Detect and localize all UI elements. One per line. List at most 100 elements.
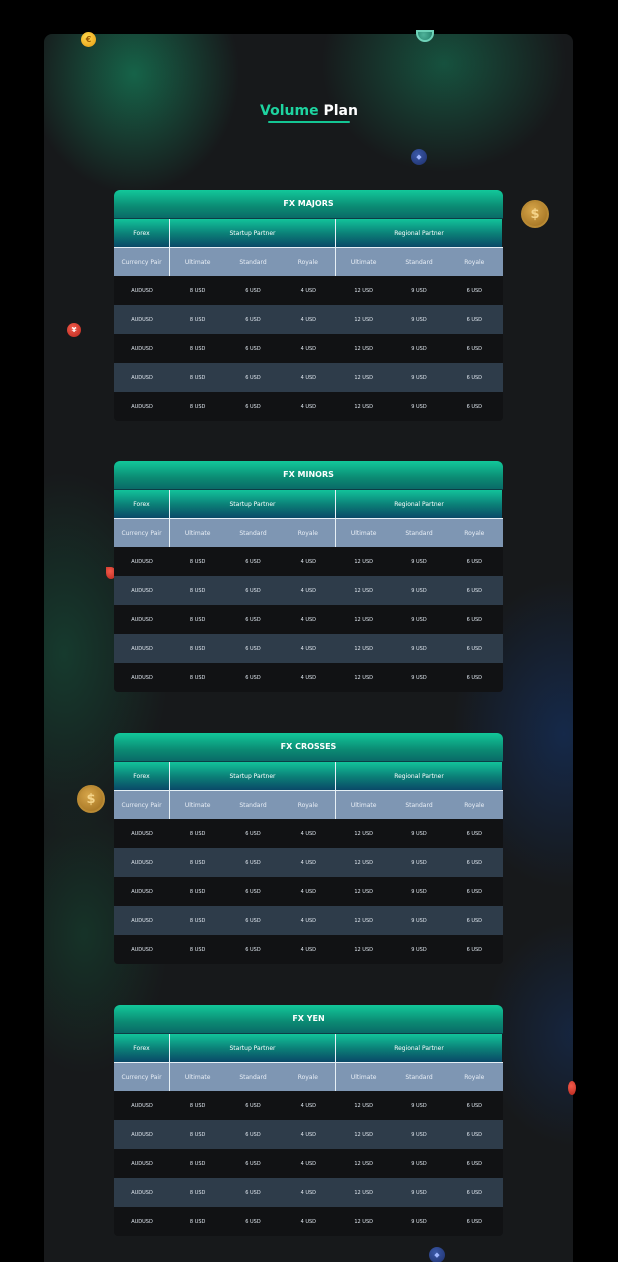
currency-pair-cell: AUDUSD xyxy=(131,1218,153,1225)
currency-pair-cell: AUDUSD xyxy=(131,674,153,681)
table-group-header: Forex Startup Partner Regional Partner xyxy=(114,489,503,518)
title-underline xyxy=(268,121,350,123)
partner-group-header: Startup Partner xyxy=(170,1034,336,1062)
price-cell: 8 USD xyxy=(189,1131,206,1138)
tier-header: Ultimate xyxy=(350,801,377,809)
currency-pair-cell: AUDUSD xyxy=(131,374,153,381)
table-column-header: Currency Pair Ultimate Standard Royale Ultim… xyxy=(114,518,503,547)
price-cell: 8 USD xyxy=(189,674,206,681)
price-cell: 12 USD xyxy=(354,645,373,652)
price-cell: 6 USD xyxy=(245,287,261,294)
price-cell: 4 USD xyxy=(300,674,317,681)
table-title: FX YEN xyxy=(114,1005,503,1033)
partner-group-header: Regional Partner xyxy=(336,219,502,247)
price-cell: 12 USD xyxy=(354,830,373,837)
euro-coin-icon: € xyxy=(81,32,96,47)
price-cell: 12 USD xyxy=(354,374,373,381)
price-cell: 4 USD xyxy=(300,1160,317,1167)
currency-pair-cell: AUDUSD xyxy=(131,830,153,837)
partner-group-header: Regional Partner xyxy=(336,762,502,790)
tier-header: Royale xyxy=(464,801,485,809)
price-cell: 6 USD xyxy=(466,859,483,866)
price-cell: 9 USD xyxy=(411,1131,427,1138)
price-cell: 9 USD xyxy=(411,859,427,866)
price-cell: 6 USD xyxy=(245,616,261,623)
price-cell: 8 USD xyxy=(189,316,206,323)
price-cell: 6 USD xyxy=(245,1102,261,1109)
table-row: AUDUSD 8 USD 6 USD 4 USD 12 USD 9 USD 6 USD xyxy=(114,819,503,848)
price-cell: 9 USD xyxy=(411,558,427,565)
price-cell: 8 USD xyxy=(189,859,206,866)
price-cell: 6 USD xyxy=(466,587,483,594)
table-row: AUDUSD 8 USD 6 USD 4 USD 12 USD 9 USD 6 USD xyxy=(114,363,503,392)
currency-pair-cell: AUDUSD xyxy=(131,587,153,594)
price-cell: 6 USD xyxy=(466,616,483,623)
table-row: AUDUSD 8 USD 6 USD 4 USD 12 USD 9 USD 6 USD xyxy=(114,576,503,605)
price-cell: 4 USD xyxy=(300,1218,317,1225)
tier-header: Royale xyxy=(464,258,485,266)
price-cell: 6 USD xyxy=(245,917,261,924)
price-cell: 9 USD xyxy=(411,287,427,294)
price-cell: 12 USD xyxy=(354,1218,373,1225)
table-row: AUDUSD 8 USD 6 USD 4 USD 12 USD 9 USD 6 USD xyxy=(114,605,503,634)
price-cell: 6 USD xyxy=(466,558,483,565)
price-cell: 9 USD xyxy=(411,1189,427,1196)
price-cell: 8 USD xyxy=(189,946,206,953)
price-cell: 6 USD xyxy=(245,859,261,866)
price-cell: 9 USD xyxy=(411,587,427,594)
price-cell: 9 USD xyxy=(411,830,427,837)
price-cell: 4 USD xyxy=(300,888,317,895)
table-row: AUDUSD 8 USD 6 USD 4 USD 12 USD 9 USD 6 USD xyxy=(114,935,503,964)
price-cell: 6 USD xyxy=(245,1189,261,1196)
table-row: AUDUSD 8 USD 6 USD 4 USD 12 USD 9 USD 6 USD xyxy=(114,1149,503,1178)
tier-header: Standard xyxy=(405,801,433,809)
price-cell: 8 USD xyxy=(189,558,206,565)
tier-header: Standard xyxy=(239,258,267,266)
price-cell: 6 USD xyxy=(466,1102,483,1109)
price-cell: 12 USD xyxy=(354,287,373,294)
price-cell: 9 USD xyxy=(411,645,427,652)
dollar-coin-icon: $ xyxy=(77,785,105,813)
page-title: Volume Plan xyxy=(0,103,618,119)
price-cell: 6 USD xyxy=(245,674,261,681)
currency-pair-cell: AUDUSD xyxy=(131,645,153,652)
currency-pair-cell: AUDUSD xyxy=(131,558,153,565)
pricing-table: FX MINORS Forex Startup Partner Regional Pa… xyxy=(114,461,503,692)
price-cell: 12 USD xyxy=(354,859,373,866)
currency-pair-cell: AUDUSD xyxy=(131,345,153,352)
price-cell: 4 USD xyxy=(300,616,317,623)
price-cell: 8 USD xyxy=(189,587,206,594)
price-cell: 6 USD xyxy=(466,888,483,895)
price-cell: 6 USD xyxy=(245,1218,261,1225)
tier-header: Ultimate xyxy=(184,529,211,537)
tier-header: Ultimate xyxy=(350,258,377,266)
price-cell: 9 USD xyxy=(411,888,427,895)
price-cell: 12 USD xyxy=(354,1160,373,1167)
table-title: FX CROSSES xyxy=(114,733,503,761)
price-cell: 6 USD xyxy=(466,316,483,323)
price-cell: 6 USD xyxy=(245,645,261,652)
partner-group-header: Startup Partner xyxy=(170,219,336,247)
table-row: AUDUSD 8 USD 6 USD 4 USD 12 USD 9 USD 6 USD xyxy=(114,906,503,935)
price-cell: 6 USD xyxy=(466,287,483,294)
price-cell: 6 USD xyxy=(245,1131,261,1138)
price-cell: 4 USD xyxy=(300,316,317,323)
price-cell: 6 USD xyxy=(466,645,483,652)
partner-group-header: Startup Partner xyxy=(170,490,336,518)
price-cell: 6 USD xyxy=(245,587,261,594)
pricing-table: FX YEN Forex Startup Partner Regional Partn… xyxy=(114,1005,503,1236)
table-row: AUDUSD 8 USD 6 USD 4 USD 12 USD 9 USD 6 USD xyxy=(114,1207,503,1236)
price-cell: 4 USD xyxy=(300,830,317,837)
yen-coin-icon: ¥ xyxy=(67,323,81,337)
forex-header: Forex xyxy=(114,490,170,518)
price-cell: 12 USD xyxy=(354,946,373,953)
price-cell: 8 USD xyxy=(189,287,206,294)
ethereum-coin-icon: ◆ xyxy=(411,149,427,165)
tier-header: Standard xyxy=(239,801,267,809)
tier-header: Royale xyxy=(281,791,336,819)
price-cell: 6 USD xyxy=(466,674,483,681)
price-cell: 4 USD xyxy=(300,946,317,953)
currency-pair-header: Currency Pair xyxy=(114,1063,170,1091)
price-cell: 9 USD xyxy=(411,374,427,381)
currency-pair-cell: AUDUSD xyxy=(131,1160,153,1167)
